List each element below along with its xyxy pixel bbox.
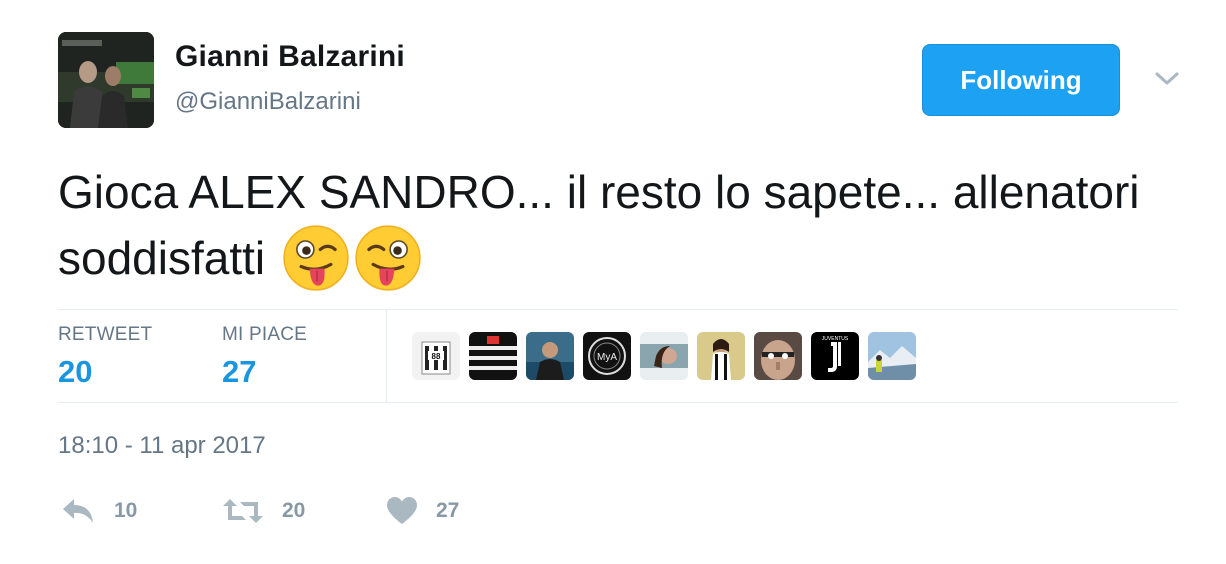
likes-stat-value[interactable]: 27: [222, 354, 256, 390]
reply-button[interactable]: 10: [60, 496, 137, 526]
liker-avatar[interactable]: [754, 332, 802, 380]
liker-avatar[interactable]: [697, 332, 745, 380]
retweet-button[interactable]: 20: [222, 496, 305, 526]
liker-avatar[interactable]: [640, 332, 688, 380]
stats-bottom-divider: [58, 402, 1178, 403]
avatar-image: [58, 32, 154, 128]
winking-face-with-tongue-icon: [283, 225, 349, 291]
winking-face-with-tongue-icon: [355, 225, 421, 291]
chevron-down-icon[interactable]: [1152, 66, 1182, 90]
stats-top-divider: [58, 309, 1178, 310]
retweet-count: 20: [282, 499, 306, 522]
retweet-icon: [223, 499, 263, 523]
reply-icon: [63, 499, 93, 523]
svg-text:MyA: MyA: [597, 352, 617, 363]
retweets-stat-value[interactable]: 20: [58, 354, 92, 390]
stats-vertical-divider: [386, 310, 387, 402]
tweet-timestamp[interactable]: 18:10 - 11 apr 2017: [58, 432, 266, 460]
display-name[interactable]: Gianni Balzarini: [175, 40, 405, 74]
likes-stat-label[interactable]: MI PIACE: [222, 324, 307, 346]
tweet-body: Gioca ALEX SANDRO... il resto lo sapete.…: [58, 166, 1140, 284]
reply-count: 10: [114, 499, 138, 522]
profile-avatar[interactable]: [58, 32, 154, 128]
like-count: 27: [436, 499, 460, 522]
liker-avatars: 88 MyA JUVENTUS: [412, 332, 916, 380]
tweet-text: Gioca ALEX SANDRO... il resto lo sapete.…: [58, 160, 1168, 292]
liker-avatar[interactable]: JUVENTUS: [811, 332, 859, 380]
like-button[interactable]: 27: [386, 496, 459, 526]
retweets-stat-label[interactable]: RETWEET: [58, 324, 152, 346]
liker-avatar[interactable]: [868, 332, 916, 380]
svg-text:88: 88: [432, 352, 441, 361]
liker-avatar[interactable]: 88: [412, 332, 460, 380]
svg-text:JUVENTUS: JUVENTUS: [822, 336, 849, 342]
user-handle[interactable]: @GianniBalzarini: [175, 88, 361, 116]
liker-avatar[interactable]: MyA: [583, 332, 631, 380]
following-button[interactable]: Following: [922, 44, 1120, 116]
liker-avatar[interactable]: [526, 332, 574, 380]
heart-icon: [387, 497, 417, 524]
liker-avatar[interactable]: [469, 332, 517, 380]
